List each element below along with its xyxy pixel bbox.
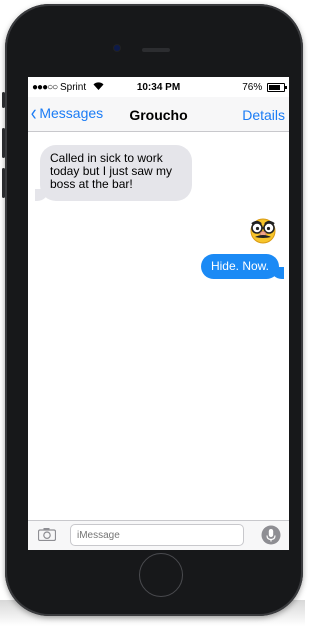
battery-percent: 76% xyxy=(242,82,263,93)
status-bar: ●●●○○ Sprint 10:34 PM 76% xyxy=(28,77,289,97)
incoming-message-bubble[interactable]: Called in sick to work today but I just … xyxy=(35,145,192,201)
message-composer xyxy=(28,520,289,550)
battery-status: 76% xyxy=(242,82,287,93)
message-text: Hide. Now. xyxy=(210,259,269,273)
volume-up-button xyxy=(2,128,5,158)
battery-fill xyxy=(269,84,280,90)
message-input[interactable] xyxy=(70,524,244,546)
back-button[interactable]: ‹ Messages xyxy=(30,100,104,125)
details-button[interactable]: Details xyxy=(242,107,285,123)
back-button-label: Messages xyxy=(39,105,104,121)
nav-bar: ‹ Messages Groucho Details xyxy=(28,97,289,132)
message-text: Called in sick to work today but I just … xyxy=(50,151,173,191)
camera-icon[interactable] xyxy=(38,527,56,541)
earpiece-speaker xyxy=(142,48,170,52)
volume-down-button xyxy=(2,168,5,198)
home-button[interactable] xyxy=(139,553,183,597)
phone-screen: ●●●○○ Sprint 10:34 PM 76% ‹ Messages Gro… xyxy=(28,77,289,550)
front-camera xyxy=(114,45,120,51)
outgoing-message-bubble[interactable]: Hide. Now. xyxy=(200,254,285,279)
chevron-left-icon: ‹ xyxy=(30,100,37,125)
mute-switch xyxy=(2,92,5,108)
battery-icon xyxy=(267,82,287,92)
groucho-glasses-emoji[interactable] xyxy=(248,215,278,245)
microphone-icon[interactable] xyxy=(261,525,281,545)
